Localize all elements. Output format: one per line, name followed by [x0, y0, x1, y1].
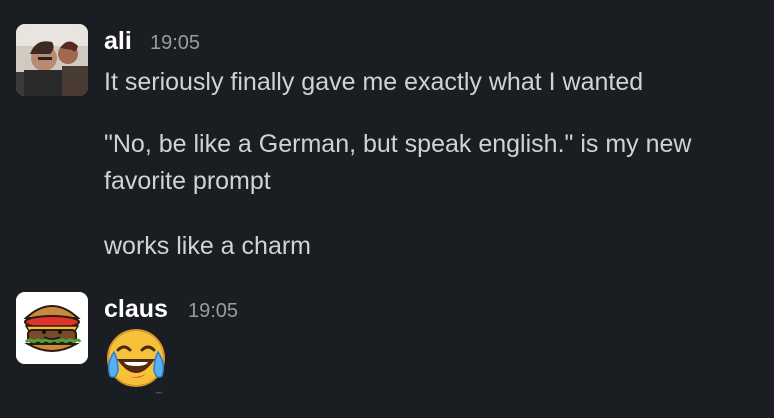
user-avatar-claus[interactable]	[16, 292, 88, 364]
photo-avatar-icon	[16, 24, 88, 96]
message-text: It seriously finally gave me exactly wha…	[104, 68, 644, 96]
burger-face-avatar-icon	[16, 292, 88, 364]
author-name[interactable]: claus	[104, 294, 168, 324]
face-with-tears-of-joy-icon	[107, 329, 165, 387]
author-name[interactable]: ali	[104, 26, 132, 56]
reaction-indicator: •••	[156, 391, 163, 397]
timestamp[interactable]: 19:05	[150, 28, 200, 58]
message-text: works like a charm	[104, 232, 311, 260]
user-avatar-ali[interactable]	[16, 24, 88, 96]
message-emoji	[104, 326, 168, 390]
timestamp[interactable]: 19:05	[188, 296, 238, 326]
message-text: "No, be like a German, but speak english…	[104, 130, 699, 195]
